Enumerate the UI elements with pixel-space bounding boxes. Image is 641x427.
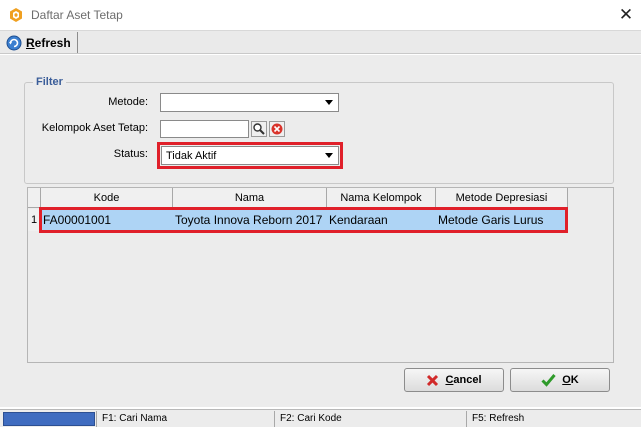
filter-legend: Filter: [33, 76, 66, 88]
status-item-refresh: F5: Refresh: [466, 411, 641, 427]
ok-label[interactable]: OK: [562, 374, 579, 386]
column-header-nama[interactable]: Nama: [173, 188, 327, 208]
close-icon[interactable]: ✕: [619, 5, 633, 25]
ok-button[interactable]: OK: [510, 368, 610, 392]
row-highlight: [39, 207, 568, 233]
close-button[interactable]: ✕: [611, 0, 641, 30]
column-header-kode[interactable]: Kode: [41, 188, 173, 208]
status-indicator: [3, 412, 95, 426]
status-label: Status:: [113, 148, 148, 160]
search-icon[interactable]: [251, 121, 267, 137]
refresh-icon[interactable]: [6, 35, 22, 51]
status-item-cari-nama: F1: Cari Nama: [96, 411, 274, 427]
window-title: Daftar Aset Tetap: [31, 8, 123, 22]
metode-select[interactable]: [160, 93, 339, 112]
column-header-metode[interactable]: Metode Depresiasi: [436, 188, 568, 208]
row-header-corner: [28, 188, 41, 208]
clear-icon[interactable]: [269, 121, 285, 137]
column-header-kelompok[interactable]: Nama Kelompok: [327, 188, 436, 208]
status-item-cari-kode: F2: Cari Kode: [274, 411, 466, 427]
app-logo-icon: [10, 8, 22, 22]
table-header: Kode Nama Nama Kelompok Metode Depresias…: [28, 188, 613, 208]
refresh-label[interactable]: Refresh: [26, 36, 71, 50]
kelompok-label: Kelompok Aset Tetap:: [41, 122, 148, 134]
checkmark-icon[interactable]: [541, 373, 556, 387]
cancel-label[interactable]: Cancel: [445, 374, 481, 386]
toolbar: Refresh: [0, 30, 641, 54]
chevron-down-icon[interactable]: [325, 100, 333, 105]
main-panel: Filter Metode: Kelompok Aset Tetap: Stat…: [0, 55, 641, 407]
kelompok-input[interactable]: [160, 120, 249, 138]
metode-label: Metode:: [108, 96, 148, 108]
cancel-button[interactable]: Cancel: [404, 368, 504, 392]
refresh-button[interactable]: Refresh: [2, 32, 78, 53]
search-button[interactable]: [250, 120, 268, 138]
title-bar: Daftar Aset Tetap ✕: [0, 0, 641, 30]
status-highlight: [157, 142, 343, 169]
cancel-icon[interactable]: [426, 374, 439, 387]
clear-button[interactable]: [268, 120, 286, 138]
status-bar: F1: Cari Nama F2: Cari Kode F5: Refresh: [0, 409, 641, 427]
